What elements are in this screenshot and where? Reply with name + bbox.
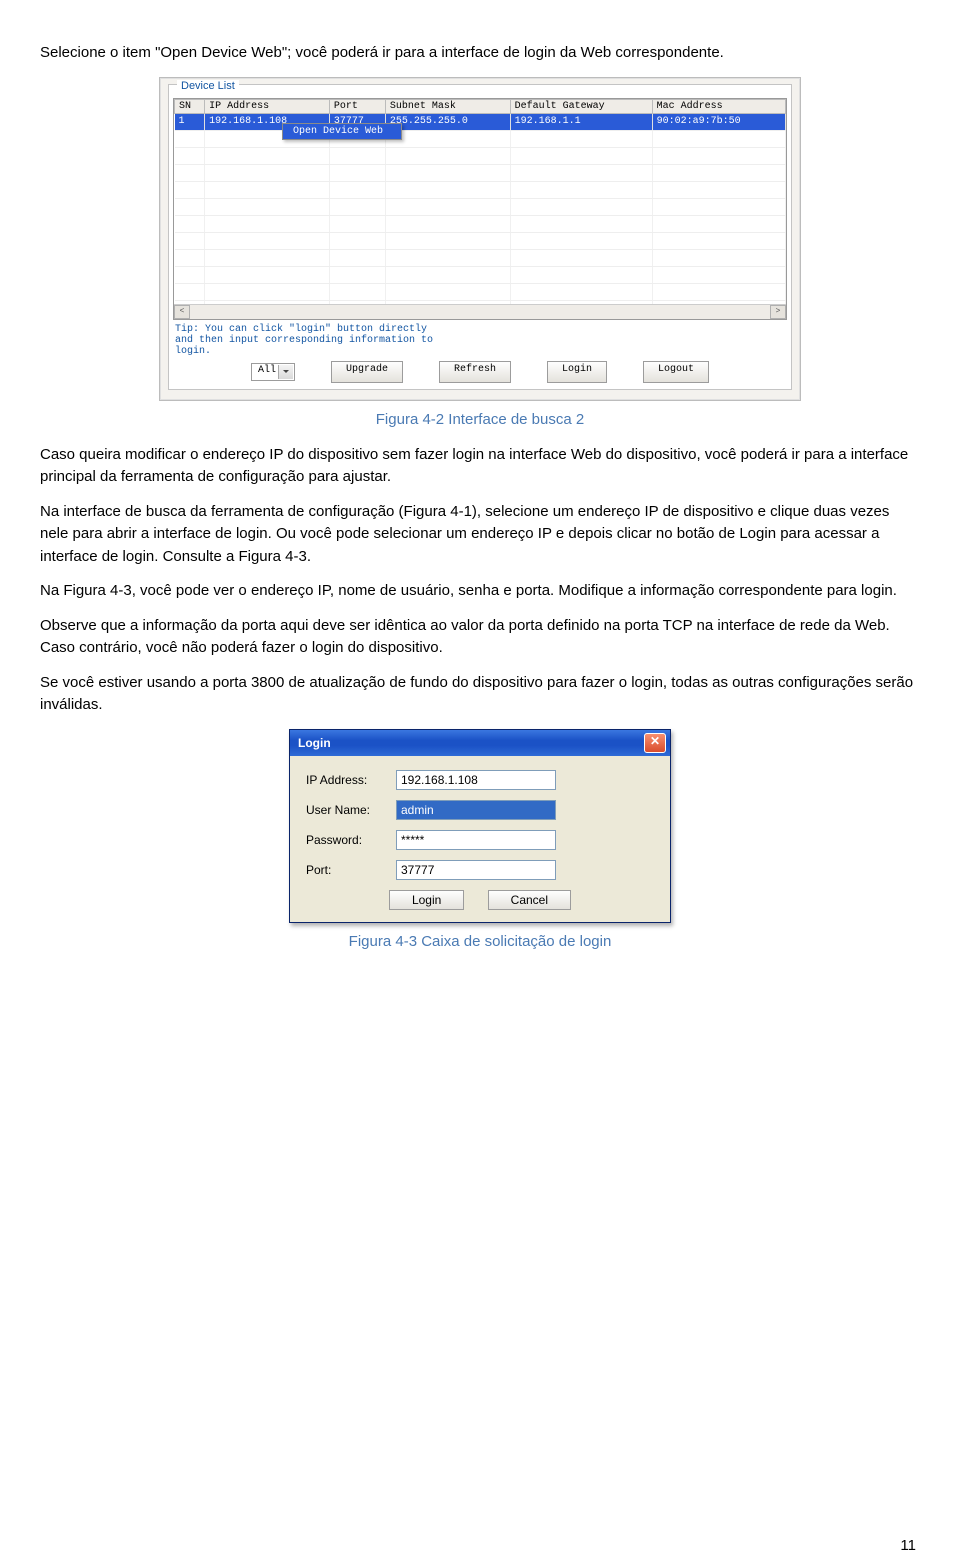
password-input[interactable]: ***** xyxy=(396,830,556,850)
dialog-titlebar[interactable]: Login ✕ xyxy=(290,730,670,756)
close-icon[interactable]: ✕ xyxy=(644,733,666,753)
table-row xyxy=(175,232,786,249)
table-row xyxy=(175,147,786,164)
table-row xyxy=(175,249,786,266)
device-list-grid[interactable]: SN IP Address Port Subnet Mask Default G… xyxy=(173,98,787,320)
col-port[interactable]: Port xyxy=(329,99,385,113)
table-row xyxy=(175,198,786,215)
paragraph-1: Caso queira modificar o endereço IP do d… xyxy=(40,444,920,489)
port-label: Port: xyxy=(306,863,396,877)
port-input[interactable]: 37777 xyxy=(396,860,556,880)
table-row xyxy=(175,266,786,283)
device-list-label: Device List xyxy=(177,80,239,92)
cell-gateway: 192.168.1.1 xyxy=(510,113,652,130)
col-mac[interactable]: Mac Address xyxy=(652,99,785,113)
upgrade-button[interactable]: Upgrade xyxy=(331,361,403,383)
login-dialog: Login ✕ IP Address: 192.168.1.108 User N… xyxy=(289,729,671,923)
login-submit-button[interactable]: Login xyxy=(389,890,464,910)
scroll-right-icon[interactable]: > xyxy=(770,305,786,319)
table-row[interactable]: 1 192.168.1.108 37777 255.255.255.0 192.… xyxy=(175,113,786,130)
col-mask[interactable]: Subnet Mask xyxy=(385,99,510,113)
tip-text: Tip: You can click "login" button direct… xyxy=(175,324,435,357)
device-list-window: Device List SN IP Address Port Subnet Ma… xyxy=(159,77,801,401)
paragraph-2: Na interface de busca da ferramenta de c… xyxy=(40,501,920,569)
horizontal-scrollbar[interactable]: < > xyxy=(174,304,786,319)
type-combo[interactable]: All xyxy=(251,363,295,381)
user-name-input[interactable]: admin xyxy=(396,800,556,820)
cell-mask: 255.255.255.0 xyxy=(385,113,510,130)
password-label: Password: xyxy=(306,833,396,847)
paragraph-4: Observe que a informação da porta aqui d… xyxy=(40,615,920,660)
context-menu[interactable]: Open Device Web xyxy=(282,123,402,140)
open-device-web-menuitem[interactable]: Open Device Web xyxy=(283,124,401,139)
table-row xyxy=(175,215,786,232)
table-row xyxy=(175,130,786,147)
ip-address-input[interactable]: 192.168.1.108 xyxy=(396,770,556,790)
table-row xyxy=(175,283,786,300)
col-ip[interactable]: IP Address xyxy=(205,99,330,113)
cancel-button[interactable]: Cancel xyxy=(488,890,571,910)
col-sn[interactable]: SN xyxy=(175,99,205,113)
table-row xyxy=(175,164,786,181)
paragraph-5: Se você estiver usando a porta 3800 de a… xyxy=(40,672,920,717)
login-button[interactable]: Login xyxy=(547,361,607,383)
dialog-title: Login xyxy=(298,736,331,750)
col-gateway[interactable]: Default Gateway xyxy=(510,99,652,113)
cell-mac: 90:02:a9:7b:50 xyxy=(652,113,785,130)
paragraph-3: Na Figura 4-3, você pode ver o endereço … xyxy=(40,580,920,603)
page-number: 11 xyxy=(900,1537,916,1554)
intro-paragraph: Selecione o item "Open Device Web"; você… xyxy=(40,42,920,65)
figure-4-3-caption: Figura 4-3 Caixa de solicitação de login xyxy=(40,933,920,950)
cell-sn: 1 xyxy=(175,113,205,130)
ip-address-label: IP Address: xyxy=(306,773,396,787)
user-name-label: User Name: xyxy=(306,803,396,817)
figure-4-2-caption: Figura 4-2 Interface de busca 2 xyxy=(40,411,920,428)
scroll-left-icon[interactable]: < xyxy=(174,305,190,319)
table-row xyxy=(175,181,786,198)
logout-button[interactable]: Logout xyxy=(643,361,709,383)
refresh-button[interactable]: Refresh xyxy=(439,361,511,383)
